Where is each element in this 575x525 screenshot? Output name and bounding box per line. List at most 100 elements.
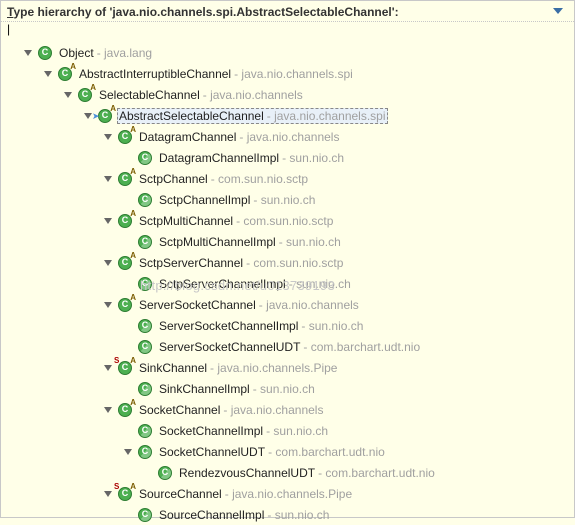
tree-node-SelectableChannel[interactable]: CASelectableChannel - java.nio.channels <box>7 84 574 105</box>
tree-node-SocketChannelUDT[interactable]: CSocketChannelUDT - com.barchart.udt.nio <box>7 441 574 462</box>
node-label[interactable]: Object - java.lang <box>57 45 154 61</box>
tree-node-AbstractSelectableChannel[interactable]: ➤CAAbstractSelectableChannel - java.nio.… <box>7 105 574 126</box>
package-name: - sun.nio.ch <box>279 235 341 249</box>
expand-toggle[interactable] <box>121 445 135 459</box>
node-label[interactable]: ServerSocketChannel - java.nio.channels <box>137 297 361 313</box>
class-icon: CA <box>57 66 73 82</box>
class-name: SctpMultiChannel <box>139 214 233 228</box>
expand-toggle[interactable] <box>101 298 115 312</box>
tree-node-ServerSocketChannelImpl[interactable]: CServerSocketChannelImpl - sun.nio.ch <box>7 315 574 336</box>
class-name: ServerSocketChannelImpl <box>159 319 298 333</box>
node-label[interactable]: SocketChannelImpl - sun.nio.ch <box>157 423 330 439</box>
tree-node-SctpServerChannelImpl[interactable]: CSctpServerChannelImpl - sun.nio.ch <box>7 273 574 294</box>
package-name: - sun.nio.ch <box>253 382 315 396</box>
expand-toggle <box>121 508 135 522</box>
node-label[interactable]: AbstractInterruptibleChannel - java.nio.… <box>77 66 355 82</box>
tree-node-DatagramChannelImpl[interactable]: CDatagramChannelImpl - sun.nio.ch <box>7 147 574 168</box>
tree-node-ServerSocketChannel[interactable]: CAServerSocketChannel - java.nio.channel… <box>7 294 574 315</box>
expand-toggle[interactable] <box>101 214 115 228</box>
class-icon: C <box>137 234 153 250</box>
class-name: SocketChannelImpl <box>159 424 263 438</box>
tree-node-SctpChannelImpl[interactable]: CSctpChannelImpl - sun.nio.ch <box>7 189 574 210</box>
node-label[interactable]: SelectableChannel - java.nio.channels <box>97 87 305 103</box>
package-name: - sun.nio.ch <box>267 508 329 522</box>
tree-node-AbstractInterruptibleChannel[interactable]: CAAbstractInterruptibleChannel - java.ni… <box>7 63 574 84</box>
tree-node-Object[interactable]: CObject - java.lang <box>7 42 574 63</box>
expand-toggle[interactable] <box>61 88 75 102</box>
tree-node-SctpMultiChannelImpl[interactable]: CSctpMultiChannelImpl - sun.nio.ch <box>7 231 574 252</box>
node-label[interactable]: ServerSocketChannelImpl - sun.nio.ch <box>157 318 365 334</box>
tree-node-SocketChannel[interactable]: CASocketChannel - java.nio.channels <box>7 399 574 420</box>
class-name: DatagramChannelImpl <box>159 151 279 165</box>
node-label[interactable]: RendezvousChannelUDT - com.barchart.udt.… <box>177 465 437 481</box>
tree-node-RendezvousChannelUDT[interactable]: CRendezvousChannelUDT - com.barchart.udt… <box>7 462 574 483</box>
package-name: - com.barchart.udt.nio <box>303 340 420 354</box>
tree-node-SocketChannelImpl[interactable]: CSocketChannelImpl - sun.nio.ch <box>7 420 574 441</box>
expand-toggle[interactable] <box>21 46 35 60</box>
expand-toggle <box>121 277 135 291</box>
tree-node-SinkChannel[interactable]: CASSinkChannel - java.nio.channels.Pipe <box>7 357 574 378</box>
class-icon: C <box>137 507 153 523</box>
node-label[interactable]: SctpChannelImpl - sun.nio.ch <box>157 192 317 208</box>
package-name: - sun.nio.ch <box>266 424 328 438</box>
tree-node-SourceChannelImpl[interactable]: CSourceChannelImpl - sun.nio.ch <box>7 504 574 525</box>
class-name: SctpChannel <box>139 172 208 186</box>
expand-toggle <box>121 340 135 354</box>
node-label[interactable]: SinkChannel - java.nio.channels.Pipe <box>137 360 339 376</box>
expand-toggle[interactable] <box>101 403 115 417</box>
node-label[interactable]: AbstractSelectableChannel - java.nio.cha… <box>117 108 388 124</box>
class-name: SctpMultiChannelImpl <box>159 235 276 249</box>
package-name: - java.lang <box>97 46 152 60</box>
package-name: - java.nio.channels.spi <box>267 109 386 123</box>
hierarchy-header: Type hierarchy of 'java.nio.channels.spi… <box>1 1 574 22</box>
expand-toggle[interactable] <box>101 172 115 186</box>
class-name: ServerSocketChannel <box>139 298 256 312</box>
view-menu-button[interactable] <box>552 5 568 21</box>
node-label[interactable]: SctpMultiChannelImpl - sun.nio.ch <box>157 234 343 250</box>
class-icon: C <box>157 465 173 481</box>
node-label[interactable]: SctpServerChannelImpl - sun.nio.ch <box>157 276 353 292</box>
expand-toggle[interactable] <box>101 130 115 144</box>
class-icon: CA <box>77 87 93 103</box>
class-name: SourceChannel <box>139 487 222 501</box>
node-label[interactable]: DatagramChannelImpl - sun.nio.ch <box>157 150 346 166</box>
class-name: SelectableChannel <box>99 88 200 102</box>
node-label[interactable]: SctpServerChannel - com.sun.nio.sctp <box>137 255 345 271</box>
tree-node-SctpChannel[interactable]: CASctpChannel - com.sun.nio.sctp <box>7 168 574 189</box>
class-icon: C <box>137 423 153 439</box>
node-label[interactable]: SourceChannelImpl - sun.nio.ch <box>157 507 331 523</box>
filter-input[interactable]: | <box>1 22 574 38</box>
expand-toggle[interactable] <box>101 361 115 375</box>
expand-toggle[interactable] <box>101 487 115 501</box>
node-label[interactable]: SinkChannelImpl - sun.nio.ch <box>157 381 317 397</box>
node-label[interactable]: SctpChannel - com.sun.nio.sctp <box>137 171 310 187</box>
node-label[interactable]: SocketChannel - java.nio.channels <box>137 402 325 418</box>
tree-node-SourceChannel[interactable]: CASSourceChannel - java.nio.channels.Pip… <box>7 483 574 504</box>
tree-node-SctpServerChannel[interactable]: CASctpServerChannel - com.sun.nio.sctp <box>7 252 574 273</box>
expand-toggle <box>121 235 135 249</box>
package-name: - java.nio.channels <box>239 130 339 144</box>
tree-node-SctpMultiChannel[interactable]: CASctpMultiChannel - com.sun.nio.sctp <box>7 210 574 231</box>
expand-toggle[interactable] <box>101 256 115 270</box>
package-name: - java.nio.channels.Pipe <box>225 487 352 501</box>
tree-node-DatagramChannel[interactable]: CADatagramChannel - java.nio.channels <box>7 126 574 147</box>
node-label[interactable]: SourceChannel - java.nio.channels.Pipe <box>137 486 354 502</box>
node-label[interactable]: DatagramChannel - java.nio.channels <box>137 129 341 145</box>
class-icon: CA <box>117 297 133 313</box>
tree-node-ServerSocketChannelUDT[interactable]: CServerSocketChannelUDT - com.barchart.u… <box>7 336 574 357</box>
node-label[interactable]: SctpMultiChannel - com.sun.nio.sctp <box>137 213 335 229</box>
class-icon: C <box>137 339 153 355</box>
class-icon: ➤CA <box>97 108 113 124</box>
expand-toggle <box>121 193 135 207</box>
node-label[interactable]: SocketChannelUDT - com.barchart.udt.nio <box>157 444 387 460</box>
tree-node-SinkChannelImpl[interactable]: CSinkChannelImpl - sun.nio.ch <box>7 378 574 399</box>
class-name: AbstractInterruptibleChannel <box>79 67 231 81</box>
package-name: - sun.nio.ch <box>282 151 344 165</box>
class-icon: CA <box>117 129 133 145</box>
class-name: SourceChannelImpl <box>159 508 264 522</box>
expand-toggle[interactable] <box>41 67 55 81</box>
node-label[interactable]: ServerSocketChannelUDT - com.barchart.ud… <box>157 339 422 355</box>
package-name: - sun.nio.ch <box>289 277 351 291</box>
package-name: - sun.nio.ch <box>301 319 363 333</box>
type-hierarchy-tree[interactable]: CObject - java.langCAAbstractInterruptib… <box>1 38 574 525</box>
